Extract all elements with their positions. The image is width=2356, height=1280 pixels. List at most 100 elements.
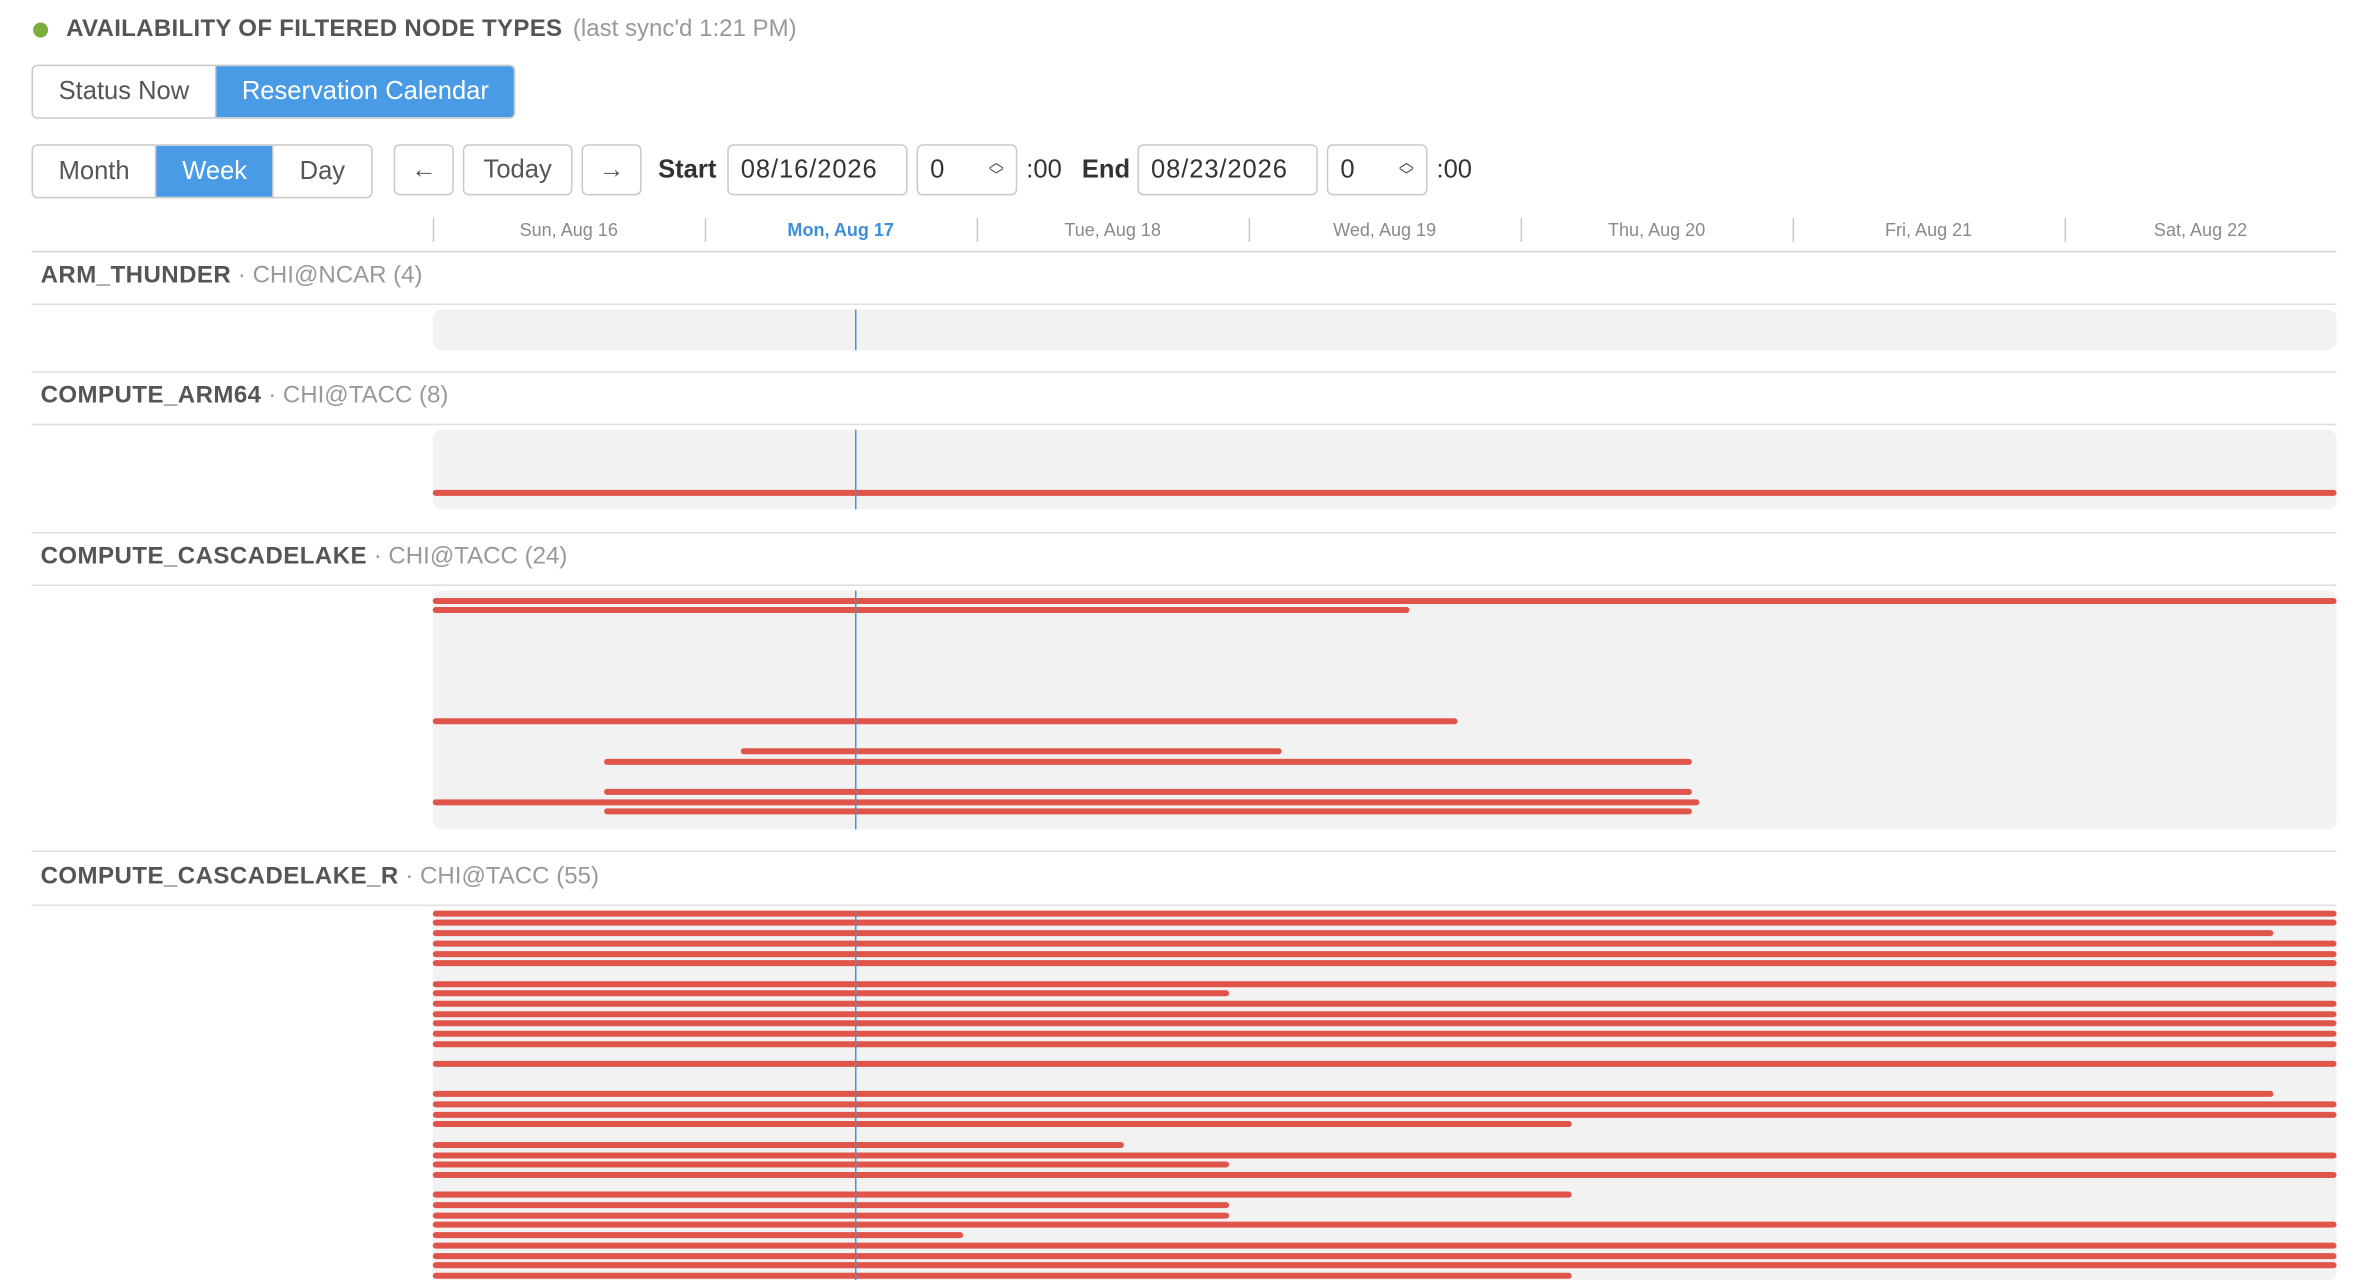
today-button[interactable]: Today xyxy=(462,144,573,196)
end-hour-stepper[interactable]: 0 ︿ ﹀ xyxy=(1326,144,1428,196)
previous-period-button[interactable]: ← xyxy=(393,144,454,196)
arrow-left-icon: ← xyxy=(410,154,437,184)
range-month-button[interactable]: Month xyxy=(33,145,157,197)
reservation-bar[interactable] xyxy=(432,910,2337,917)
panel-title: AVAILABILITY OF FILTERED NODE TYPES xyxy=(66,16,563,43)
reservation-bar[interactable] xyxy=(432,1101,2337,1108)
reservation-bar[interactable] xyxy=(432,1192,1573,1199)
panel-header: AVAILABILITY OF FILTERED NODE TYPES (las… xyxy=(33,15,797,45)
axis-divider xyxy=(31,250,2337,253)
reservation-bar[interactable] xyxy=(432,960,2337,967)
start-date-input[interactable] xyxy=(727,144,908,196)
node-type-site: · CHI@TACC (55) xyxy=(405,863,599,890)
range-day-button[interactable]: Day xyxy=(274,146,371,197)
reservation-bar[interactable] xyxy=(432,1161,1230,1168)
group-divider xyxy=(31,850,2337,852)
reservation-bar[interactable] xyxy=(432,1111,2337,1118)
reservation-bar[interactable] xyxy=(432,1040,2337,1048)
day-label: Sun, Aug 16 xyxy=(519,219,618,241)
arrow-right-icon: → xyxy=(598,154,625,184)
end-hour-value: 0 xyxy=(1340,154,1355,184)
stepper-arrows-icon[interactable]: ︿ ﹀ xyxy=(1399,156,1414,185)
day-label: Mon, Aug 17 xyxy=(787,219,894,241)
sync-status-dot xyxy=(33,22,49,38)
end-minute-suffix: :00 xyxy=(1436,154,1473,184)
reservation-bar[interactable] xyxy=(432,980,2337,987)
current-time-line xyxy=(854,429,856,510)
node-type-title: COMPUTE_ARM64 · CHI@TACC (8) xyxy=(41,383,449,410)
group-divider xyxy=(31,904,2337,907)
reservation-bar[interactable] xyxy=(432,1121,1573,1128)
reservation-bar[interactable] xyxy=(432,489,2337,496)
group-divider xyxy=(31,584,2337,587)
tab-reservation-calendar[interactable]: Reservation Calendar xyxy=(216,66,515,118)
node-type-title: ARM_THUNDER · CHI@NCAR (4) xyxy=(41,263,423,290)
reservation-bar[interactable] xyxy=(432,1272,1573,1279)
reservation-bar[interactable] xyxy=(432,1171,2337,1178)
start-label: Start xyxy=(658,154,717,184)
reservation-bar[interactable] xyxy=(432,597,2337,604)
end-label: End xyxy=(1081,154,1131,184)
day-label: Tue, Aug 18 xyxy=(1064,219,1161,241)
node-type-site: · CHI@NCAR (4) xyxy=(237,262,423,289)
node-type-title: COMPUTE_CASCADELAKE_R · CHI@TACC (55) xyxy=(41,864,599,891)
next-period-button[interactable]: → xyxy=(581,144,642,196)
group-divider xyxy=(31,423,2337,426)
current-time-line xyxy=(854,309,856,351)
day-label: Sat, Aug 22 xyxy=(2153,219,2248,241)
reservation-bar[interactable] xyxy=(432,1020,2337,1027)
reservation-bar[interactable] xyxy=(432,1242,2337,1249)
reservation-bar[interactable] xyxy=(604,788,1692,795)
current-time-line xyxy=(854,590,856,830)
end-date-input[interactable] xyxy=(1137,144,1318,196)
group-divider xyxy=(31,303,2337,306)
reservation-bar[interactable] xyxy=(432,1252,2337,1259)
start-hour-stepper[interactable]: 0 ︿ ﹀ xyxy=(916,144,1018,196)
node-type-name: COMPUTE_CASCADELAKE xyxy=(40,543,368,570)
availability-panel: AVAILABILITY OF FILTERED NODE TYPES (las… xyxy=(0,0,2356,1280)
last-sync-text: (last sync'd 1:21 PM) xyxy=(572,16,797,43)
reservation-bar[interactable] xyxy=(432,1222,2337,1229)
reservation-bar[interactable] xyxy=(604,808,1692,815)
view-toggle: Status Now Reservation Calendar xyxy=(31,64,516,119)
reservation-bar[interactable] xyxy=(740,748,1282,755)
node-type-title: COMPUTE_CASCADELAKE · CHI@TACC (24) xyxy=(41,544,568,571)
reservation-bar[interactable] xyxy=(432,1151,2337,1158)
timeline-track[interactable] xyxy=(432,429,2337,510)
reservation-bar[interactable] xyxy=(432,990,1230,997)
start-minute-suffix: :00 xyxy=(1026,154,1062,184)
reservation-bar[interactable] xyxy=(432,1030,2337,1037)
reservation-bar[interactable] xyxy=(432,1010,2337,1017)
tab-status-now[interactable]: Status Now xyxy=(33,66,217,118)
reservation-bar[interactable] xyxy=(432,1000,2337,1007)
reservation-bar[interactable] xyxy=(432,940,2337,947)
node-type-site: · CHI@TACC (8) xyxy=(268,383,449,409)
current-time-line xyxy=(854,910,856,1280)
reservation-bar[interactable] xyxy=(432,1141,1124,1148)
reservation-bar[interactable] xyxy=(432,1202,1230,1209)
timeline-track[interactable] xyxy=(432,309,2337,351)
reservation-bar[interactable] xyxy=(604,758,1692,765)
reservation-bar[interactable] xyxy=(432,798,1701,805)
reservation-bar[interactable] xyxy=(432,930,2274,937)
node-type-name: COMPUTE_ARM64 xyxy=(40,383,262,409)
node-type-site: · CHI@TACC (24) xyxy=(373,543,568,570)
group-divider xyxy=(31,371,2337,373)
reservation-bar[interactable] xyxy=(432,1212,1230,1219)
reservation-bar[interactable] xyxy=(432,920,2337,927)
range-toggle: Month Week Day xyxy=(31,144,373,199)
reservation-bar[interactable] xyxy=(432,1262,2337,1269)
range-week-button[interactable]: Week xyxy=(156,145,275,197)
reservation-bar[interactable] xyxy=(432,718,1459,725)
stepper-arrows-icon[interactable]: ︿ ﹀ xyxy=(989,156,1004,185)
reservation-bar[interactable] xyxy=(432,607,1410,614)
node-type-name: ARM_THUNDER xyxy=(40,262,232,289)
group-divider xyxy=(31,531,2337,534)
start-hour-value: 0 xyxy=(930,154,945,184)
reservation-bar[interactable] xyxy=(432,950,2337,957)
reservation-bar[interactable] xyxy=(432,1232,964,1239)
day-label: Fri, Aug 21 xyxy=(1884,219,1973,241)
reservation-bar[interactable] xyxy=(432,1091,2274,1098)
node-type-name: COMPUTE_CASCADELAKE_R xyxy=(40,863,399,890)
reservation-bar[interactable] xyxy=(432,1061,2337,1068)
